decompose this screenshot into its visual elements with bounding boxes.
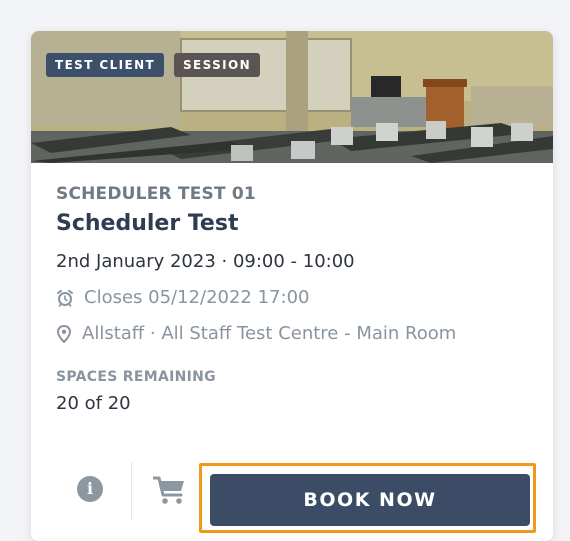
actions-divider bbox=[131, 462, 132, 520]
event-image: TEST CLIENT SESSION bbox=[31, 31, 553, 163]
shopping-cart-icon bbox=[152, 476, 184, 504]
book-now-button[interactable]: BOOK NOW bbox=[210, 474, 530, 526]
spaces-value: 20 of 20 bbox=[56, 393, 131, 414]
map-marker-icon bbox=[56, 325, 72, 343]
event-details: SCHEDULER TEST 01 Scheduler Test 2nd Jan… bbox=[56, 181, 533, 417]
location-row: Allstaff · All Staff Test Centre - Main … bbox=[56, 317, 533, 351]
event-code: SCHEDULER TEST 01 bbox=[56, 184, 256, 204]
closes-row: Closes 05/12/2022 17:00 bbox=[56, 281, 533, 315]
classroom-photo bbox=[31, 31, 553, 163]
alarm-clock-icon bbox=[57, 289, 73, 307]
closes-text: Closes 05/12/2022 17:00 bbox=[84, 287, 310, 308]
location-text: Allstaff · All Staff Test Centre - Main … bbox=[82, 323, 457, 344]
event-datetime: 2nd January 2023 · 09:00 - 10:00 bbox=[56, 251, 355, 272]
session-tag: SESSION bbox=[174, 53, 261, 77]
client-tag: TEST CLIENT bbox=[46, 53, 165, 77]
spaces-label: SPACES REMAINING bbox=[56, 369, 216, 385]
cart-button[interactable] bbox=[152, 475, 187, 505]
event-title: Scheduler Test bbox=[56, 211, 239, 236]
info-icon[interactable]: i bbox=[77, 476, 103, 502]
card-actions: i BOOK NOW bbox=[31, 448, 553, 533]
event-card: TEST CLIENT SESSION SCHEDULER TEST 01 Sc… bbox=[31, 31, 553, 541]
